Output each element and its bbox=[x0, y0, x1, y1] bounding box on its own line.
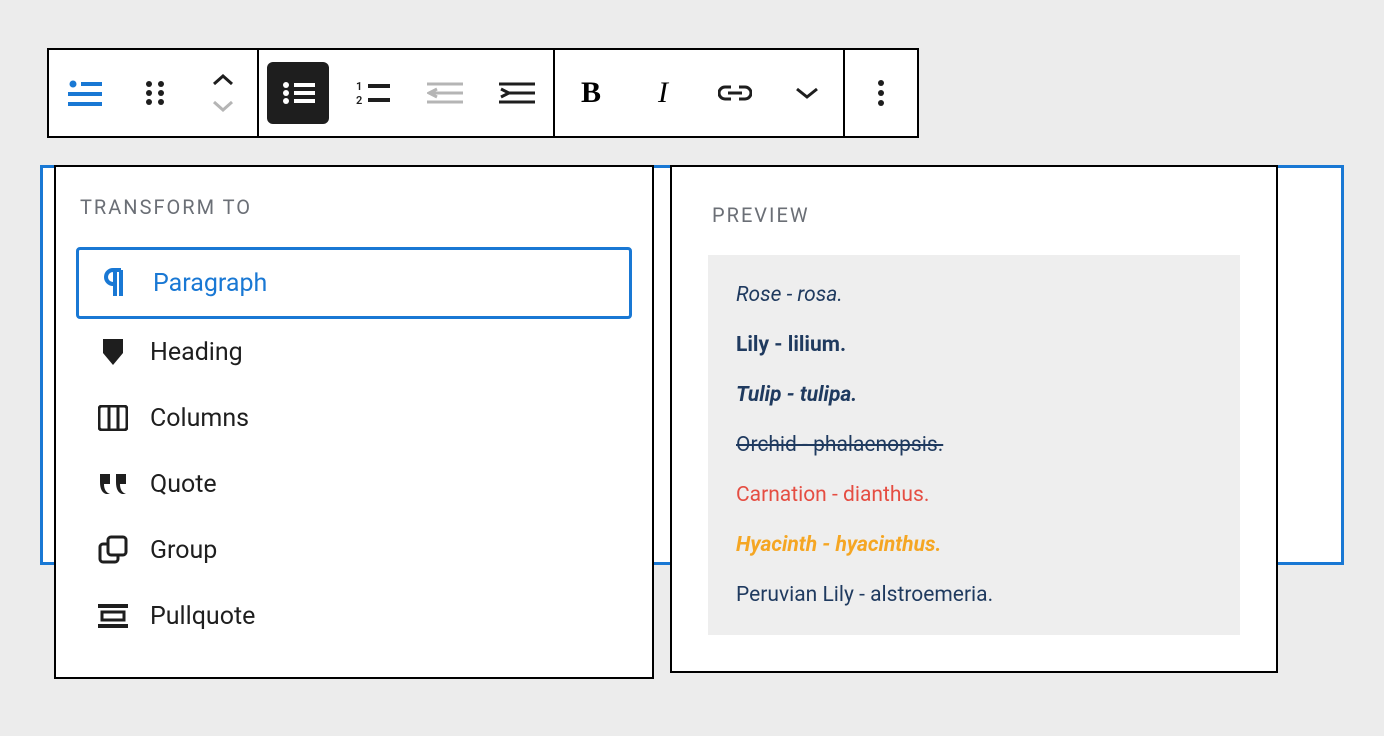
ordered-list-button[interactable]: 1 2 bbox=[337, 50, 409, 136]
transform-item-label: Pullquote bbox=[150, 602, 255, 631]
toolbar-group-options bbox=[843, 48, 919, 138]
preview-line: Peruvian Lily - alstroemeria. bbox=[736, 583, 1212, 607]
transform-item-paragraph[interactable]: Paragraph bbox=[76, 247, 632, 319]
preview-content: Rose - rosa. Lily - lilium. Tulip - tuli… bbox=[708, 255, 1240, 635]
options-button[interactable] bbox=[845, 50, 917, 136]
outdent-icon bbox=[427, 81, 463, 105]
list-icon bbox=[68, 79, 102, 107]
transform-item-label: Group bbox=[150, 536, 217, 565]
indent-button[interactable] bbox=[481, 50, 553, 136]
toolbar-group-list: 1 2 bbox=[257, 48, 553, 138]
preview-panel: PREVIEW Rose - rosa. Lily - lilium. Tuli… bbox=[670, 165, 1278, 673]
svg-text:2: 2 bbox=[356, 94, 362, 106]
transform-title: TRANSFORM TO bbox=[80, 195, 632, 219]
preview-line: Carnation - dianthus. bbox=[736, 483, 1212, 507]
bullet-list-button[interactable] bbox=[267, 62, 329, 124]
chevron-down-icon bbox=[212, 100, 234, 112]
indent-icon bbox=[499, 81, 535, 105]
preview-line: Rose - rosa. bbox=[736, 283, 1212, 307]
more-format-button[interactable] bbox=[771, 50, 843, 136]
transform-item-label: Quote bbox=[150, 470, 217, 499]
preview-line: Orchid - phalaenopsis. bbox=[736, 433, 1212, 457]
transform-item-pullquote[interactable]: Pullquote bbox=[76, 583, 632, 649]
link-button[interactable] bbox=[699, 50, 771, 136]
outdent-button[interactable] bbox=[409, 50, 481, 136]
block-type-button[interactable] bbox=[49, 50, 121, 136]
transform-item-label: Heading bbox=[150, 338, 243, 367]
preview-line: Lily - lilium. bbox=[736, 333, 1212, 357]
heading-icon bbox=[98, 337, 128, 367]
columns-icon bbox=[98, 403, 128, 433]
block-toolbar: 1 2 B bbox=[47, 48, 919, 138]
transform-panel: TRANSFORM TO Paragraph Heading Columns Q… bbox=[54, 165, 654, 679]
paragraph-icon bbox=[101, 268, 131, 298]
bullet-list-icon bbox=[281, 80, 315, 106]
preview-line: Tulip - tulipa. bbox=[736, 383, 1212, 407]
italic-icon: I bbox=[658, 76, 668, 110]
chevron-up-icon bbox=[212, 74, 234, 86]
bold-button[interactable]: B bbox=[555, 50, 627, 136]
drag-handle-icon bbox=[144, 79, 166, 107]
transform-item-quote[interactable]: Quote bbox=[76, 451, 632, 517]
toolbar-group-block bbox=[47, 48, 257, 138]
pullquote-icon bbox=[98, 601, 128, 631]
svg-text:1: 1 bbox=[356, 80, 362, 93]
transform-item-label: Paragraph bbox=[153, 269, 267, 298]
drag-handle-button[interactable] bbox=[121, 50, 189, 136]
toolbar-group-format: B I bbox=[553, 48, 843, 138]
transform-item-group[interactable]: Group bbox=[76, 517, 632, 583]
bold-icon: B bbox=[581, 76, 601, 110]
italic-button[interactable]: I bbox=[627, 50, 699, 136]
quote-icon bbox=[98, 469, 128, 499]
transform-item-columns[interactable]: Columns bbox=[76, 385, 632, 451]
transform-item-heading[interactable]: Heading bbox=[76, 319, 632, 385]
link-icon bbox=[718, 84, 752, 102]
move-updown-button[interactable] bbox=[189, 50, 257, 136]
ordered-list-icon: 1 2 bbox=[356, 80, 390, 106]
chevron-down-icon bbox=[795, 86, 819, 100]
preview-title: PREVIEW bbox=[712, 203, 1240, 227]
preview-line: Hyacinth - hyacinthus. bbox=[736, 533, 1212, 557]
group-icon bbox=[98, 535, 128, 565]
transform-item-label: Columns bbox=[150, 404, 249, 433]
kebab-icon bbox=[877, 79, 885, 107]
